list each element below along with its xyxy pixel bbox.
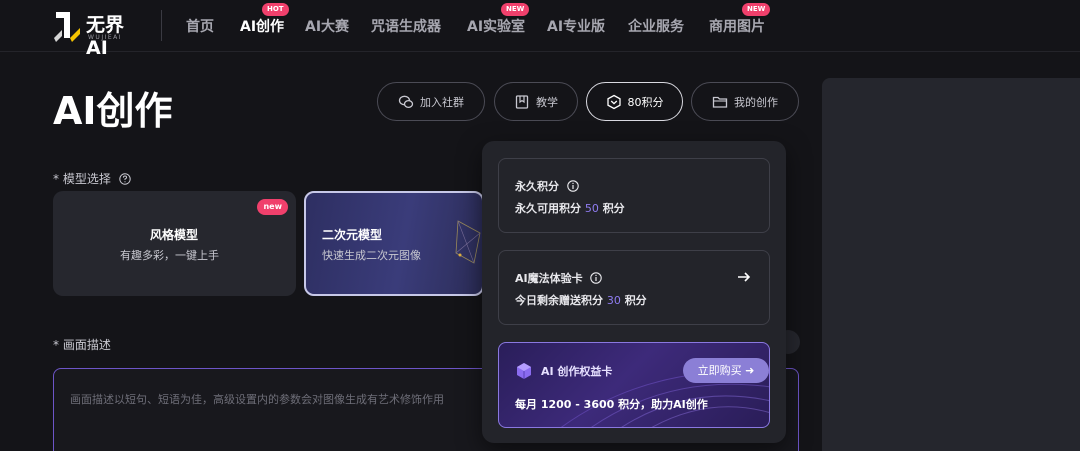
nav-divider [161,10,162,41]
tutorial-button[interactable]: 教学 [494,82,578,121]
model-card-desc: 有趣多彩，一键上手 [120,249,219,262]
points-label: 80积分 [627,95,664,109]
nav-item-ai-contest[interactable]: AI大赛 [305,16,349,36]
info-icon[interactable] [590,272,603,284]
prompt-label: * 画面描述 [53,338,111,352]
wechat-icon [398,95,414,108]
trial-points-value: 30 [606,294,621,307]
model-select-label: * 模型选择 [53,170,131,187]
trial-card-title-text: AI魔法体验卡 [515,272,583,285]
nav-item-ai-lab[interactable]: AI实验室 [467,16,525,36]
permanent-points-value: 50 [584,202,599,215]
help-circle-icon[interactable] [118,173,131,185]
join-community-button[interactable]: 加入社群 [377,82,485,121]
tutorial-label: 教学 [536,95,558,109]
top-navigation: 无界AI WUJIEAI 首页 AI创作 HOT AI大赛 咒语生成器 AI实验… [0,0,1080,59]
book-icon [515,94,529,109]
new-badge: new [257,199,288,215]
benefit-card-waves [560,371,769,427]
model-card-desc: 快速生成二次元图像 [322,249,421,262]
benefit-card-desc: 每月 1200 - 3600 积分，助力AI创作 [515,398,708,411]
prompt-placeholder: 画面描述以短句、短语为佳，高级设置内的参数会对图像生成有艺术修饰作用 [70,393,444,406]
benefit-card-title: AI 创作权益卡 [541,365,613,378]
permanent-points-title: 永久积分 [515,178,579,194]
buy-now-button[interactable]: 立即购买 ➜ [683,358,769,383]
brand-subtitle: WUJIEAI [88,34,123,41]
arrow-right-icon[interactable] [737,271,751,283]
model-card-title: 二次元模型 [322,228,383,242]
nav-item-prompt-generator[interactable]: 咒语生成器 [371,16,441,36]
brand-logo[interactable]: 无界AI WUJIEAI [52,6,144,59]
join-community-label: 加入社群 [420,95,464,109]
points-popover: 永久积分 永久可用积分 50 积分 AI魔法体验卡 今日剩余赠送积分 30 积分… [482,141,786,443]
nav-item-enterprise[interactable]: 企业服务 [628,16,684,36]
model-card-style[interactable]: new 风格模型 有趣多彩，一键上手 [53,191,296,296]
trial-points-prefix: 今日剩余赠送积分 [515,294,603,307]
permanent-points-line: 永久可用积分 50 积分 [515,200,625,216]
points-gem-icon [606,94,621,109]
benefit-card[interactable]: AI 创作权益卡 立即购买 ➜ 每月 1200 - 3600 积分，助力AI创作 [498,342,770,428]
model-select-label-text: * 模型选择 [53,172,111,186]
new-badge-commercial: NEW [742,3,771,16]
trial-points-suffix: 积分 [624,294,647,307]
new-badge-lab: NEW [501,3,530,16]
preview-panel [822,78,1080,451]
permanent-points-card: 永久积分 永久可用积分 50 积分 [498,158,770,233]
my-creations-label: 我的创作 [734,95,778,109]
model-card-anime[interactable]: 二次元模型 快速生成二次元图像 [304,191,484,296]
info-icon[interactable] [567,180,579,192]
folder-icon [712,96,728,108]
permanent-points-suffix: 积分 [602,202,625,215]
nav-item-ai-pro[interactable]: AI专业版 [547,16,605,36]
gem-icon [517,363,531,379]
permanent-points-title-text: 永久积分 [515,180,559,193]
points-button[interactable]: 80积分 [586,82,683,121]
trial-card-title: AI魔法体验卡 [515,270,603,286]
trial-card-line: 今日剩余赠送积分 30 积分 [515,292,647,308]
nav-item-commercial-images[interactable]: 商用图片 [709,16,765,36]
model-art-icon [455,220,481,264]
hot-badge: HOT [262,3,289,16]
permanent-points-prefix: 永久可用积分 [515,202,581,215]
nav-item-ai-create[interactable]: AI创作 [240,16,284,36]
nav-item-home[interactable]: 首页 [186,16,214,36]
page-title: AI创作 [53,89,173,133]
logo-mark-icon [54,12,80,42]
trial-card[interactable]: AI魔法体验卡 今日剩余赠送积分 30 积分 [498,250,770,325]
model-card-title: 风格模型 [150,228,199,242]
my-creations-button[interactable]: 我的创作 [691,82,799,121]
